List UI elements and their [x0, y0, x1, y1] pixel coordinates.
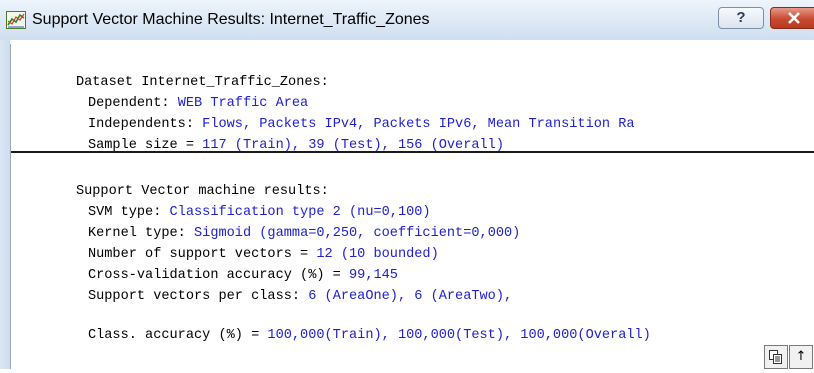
sample-size-row: Sample size = 117 (Train), 39 (Test), 15… — [39, 116, 504, 152]
dataset-header: Dataset Internet_Traffic_Zones: — [27, 53, 329, 90]
kernel-row: Kernel type: Sigmoid (gamma=0,250, coeff… — [39, 204, 520, 241]
class-accuracy-label: Class. accuracy (%) = — [87, 328, 268, 343]
copy-icon — [769, 350, 782, 364]
scroll-top-icon: ↑ — [795, 349, 807, 364]
support-vectors-row: Number of support vectors = 12 (10 bound… — [39, 225, 439, 262]
per-class-value: 6 (AreaOne), 6 (AreaTwo), — [308, 289, 513, 304]
sample-size-value: 117 (Train), 39 (Test), 156 (Overall) — [202, 138, 505, 152]
independents-row: Independents: Flows, Packets IPv4, Packe… — [39, 95, 635, 132]
scroll-top-button[interactable]: ↑ — [789, 345, 813, 369]
chart-window-icon — [6, 11, 26, 29]
results-content[interactable]: Dataset Internet_Traffic_Zones: Dependen… — [10, 44, 814, 369]
class-accuracy-value: 100,000(Train), 100,000(Test), 100,000(O… — [267, 328, 651, 343]
per-class-row: Support vectors per class: 6 (AreaOne), … — [39, 267, 512, 304]
title-bar[interactable]: Support Vector Machine Results: Internet… — [0, 0, 814, 40]
window-frame-left — [0, 40, 10, 369]
dataset-pane[interactable]: Dataset Internet_Traffic_Zones: Dependen… — [11, 44, 814, 152]
dependent-row: Dependent: WEB Traffic Area — [39, 74, 308, 111]
help-button[interactable]: ? — [718, 7, 764, 29]
sample-size-label: Sample size = — [87, 138, 203, 152]
svm-type-row: SVM type: Classification type 2 (nu=0,10… — [39, 183, 431, 220]
per-class-label: Support vectors per class: — [87, 289, 309, 304]
close-icon — [788, 12, 800, 24]
svm-results-pane[interactable]: Support Vector machine results: SVM type… — [11, 155, 814, 369]
close-button[interactable] — [770, 7, 814, 29]
class-accuracy-row: Class. accuracy (%) = 100,000(Train), 10… — [39, 306, 651, 343]
window-title: Support Vector Machine Results: Internet… — [32, 11, 430, 28]
copy-button[interactable] — [764, 345, 788, 369]
cv-accuracy-row: Cross-validation accuracy (%) = 99,145 — [39, 246, 398, 283]
results-header: Support Vector machine results: — [27, 162, 329, 199]
